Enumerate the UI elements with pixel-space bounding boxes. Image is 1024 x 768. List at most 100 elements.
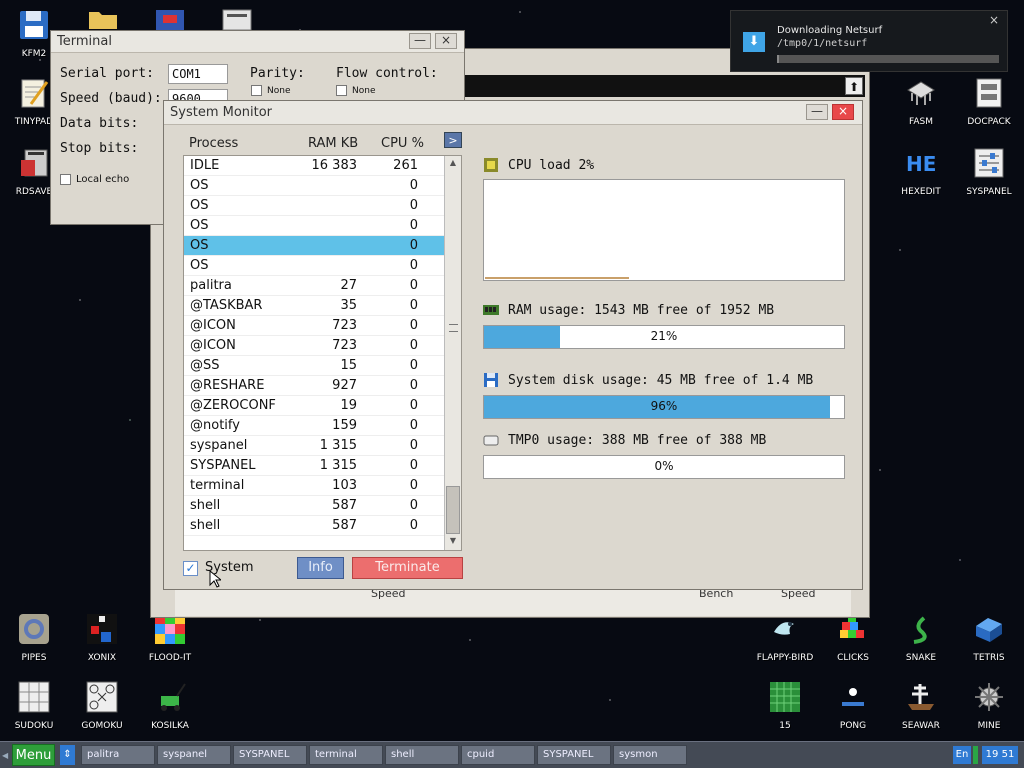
clock[interactable]: 19 51 (982, 746, 1018, 764)
process-ram: 927 (332, 378, 357, 393)
process-row[interactable]: shell 587 0 (184, 516, 445, 536)
ram-stick-icon (483, 305, 499, 315)
process-row[interactable]: @ICON 723 0 (184, 316, 445, 336)
process-row[interactable]: @SS 15 0 (184, 356, 445, 376)
process-row[interactable]: OS 0 (184, 196, 445, 216)
column-header-process[interactable]: Process (189, 136, 238, 151)
desktop-icon-flood-it[interactable]: FLOOD-IT (136, 612, 204, 663)
desktop-icon-label: DOCPACK (967, 117, 1011, 127)
process-row[interactable]: @TASKBAR 35 0 (184, 296, 445, 316)
taskbar-button[interactable]: terminal (309, 745, 383, 765)
cpu-load-label: CPU load 2% (508, 158, 595, 173)
drive-icon (483, 435, 499, 446)
process-row[interactable]: @ZEROCONF 19 0 (184, 396, 445, 416)
parity-none-checkbox[interactable] (251, 85, 262, 96)
scroll-thumb[interactable] (446, 486, 460, 534)
process-row[interactable]: SYSPANEL 1 315 0 (184, 456, 445, 476)
stop-bits-label: Stop bits: (60, 141, 139, 156)
process-ram: 587 (332, 498, 357, 513)
local-echo-checkbox[interactable] (60, 174, 71, 185)
taskbar-button[interactable]: SYSPANEL (537, 745, 611, 765)
download-notification[interactable]: ⬇ Downloading Netsurf /tmp0/1/netsurf × (730, 10, 1008, 72)
desktop-icon-fifteen[interactable]: 15 (751, 680, 819, 731)
close-icon[interactable]: × (989, 13, 999, 27)
scroll-down-icon[interactable]: ▼ (447, 536, 459, 548)
minimize-button[interactable]: — (806, 104, 828, 120)
desktop-icon-docpack[interactable]: DOCPACK (955, 76, 1023, 127)
expand-arrow-icon[interactable]: > (444, 132, 462, 148)
desktop-icon-label: SUDOKU (14, 721, 54, 731)
taskbar-button[interactable]: shell (385, 745, 459, 765)
desktop-icon-flappy-bird[interactable]: FLAPPY-BIRD (751, 612, 819, 663)
info-button[interactable]: Info (297, 557, 344, 579)
desktop-icon-xonix[interactable]: XONIX (68, 612, 136, 663)
system-monitor-window[interactable]: System Monitor — × Process RAM KB CPU % … (163, 100, 863, 590)
terminate-button[interactable]: Terminate (352, 557, 463, 579)
process-row[interactable]: syspanel 1 315 0 (184, 436, 445, 456)
process-row[interactable]: OS 0 (184, 176, 445, 196)
serial-port-field[interactable]: COM1 (168, 64, 228, 84)
desktop-icon-snake[interactable]: SNAKE (887, 612, 955, 663)
folder-icon[interactable] (88, 8, 118, 30)
process-row[interactable]: @ICON 723 0 (184, 336, 445, 356)
system-checkbox[interactable]: ✓ (183, 561, 198, 576)
close-button[interactable]: × (435, 33, 457, 49)
language-indicator[interactable]: En (953, 746, 971, 764)
process-name: palitra (190, 278, 232, 293)
flow-none-label: None (352, 86, 376, 96)
up-arrow-icon[interactable]: ⬆ (845, 77, 863, 95)
window-titlebar[interactable]: Terminal — × (51, 31, 464, 53)
taskbar-button[interactable]: SYSPANEL (233, 745, 307, 765)
desktop-icon-seawar[interactable]: SEAWAR (887, 680, 955, 731)
desktop-icon-mine[interactable]: MINE (955, 680, 1023, 731)
desktop-icon-kosilka[interactable]: KOSILKA (136, 680, 204, 731)
process-row[interactable]: OS 0 (184, 236, 445, 256)
taskbar-button[interactable]: palitra (81, 745, 155, 765)
desktop-icon-syspanel[interactable]: SYSPANEL (955, 146, 1023, 197)
process-row[interactable]: shell 587 0 (184, 496, 445, 516)
rdsave-icon (21, 149, 48, 177)
process-cpu: 0 (409, 518, 418, 533)
taskbar-left-arrow-icon[interactable]: ◀ (2, 751, 8, 760)
minimize-button[interactable]: — (409, 33, 431, 49)
close-button[interactable]: × (832, 104, 854, 120)
calculator-icon[interactable] (222, 8, 252, 30)
process-name: OS (190, 258, 209, 273)
desktop-icon-fasm[interactable]: FASM (887, 76, 955, 127)
scroll-up-icon[interactable]: ▲ (447, 158, 459, 170)
desktop-icon-hexedit[interactable]: HE HEXEDIT (887, 146, 955, 197)
desktop-icon-tetris[interactable]: TETRIS (955, 612, 1023, 663)
column-header-ram[interactable]: RAM KB (308, 136, 358, 151)
pipes-icon (19, 614, 49, 644)
menu-button[interactable]: Menu (12, 744, 55, 766)
process-name: @ICON (190, 318, 236, 333)
scrollbar[interactable]: ▲ ▼ (444, 156, 461, 550)
process-row[interactable]: @RESHARE 927 0 (184, 376, 445, 396)
window-title: System Monitor (170, 105, 273, 120)
taskbar-button[interactable]: cpuid (461, 745, 535, 765)
process-row[interactable]: @notify 159 0 (184, 416, 445, 436)
process-row[interactable]: OS 0 (184, 256, 445, 276)
taskbar-button[interactable]: syspanel (157, 745, 231, 765)
desktop-icon-pong[interactable]: PONG (819, 680, 887, 731)
process-row[interactable]: terminal 103 0 (184, 476, 445, 496)
desktop-icon-clicks[interactable]: CLICKS (819, 612, 887, 663)
taskbar-button[interactable]: sysmon (613, 745, 687, 765)
desktop-icon-label: GOMOKU (81, 721, 123, 731)
process-row[interactable]: OS 0 (184, 216, 445, 236)
flow-none-checkbox[interactable] (336, 85, 347, 96)
desktop-icon-sudoku[interactable]: SUDOKU (0, 680, 68, 731)
desktop-icon-pipes[interactable]: PIPES (0, 612, 68, 663)
window-switch-icon[interactable]: ⇕ (60, 745, 75, 765)
process-row[interactable]: palitra 27 0 (184, 276, 445, 296)
process-row[interactable]: IDLE 16 383 261 (184, 156, 445, 176)
process-cpu: 0 (409, 198, 418, 213)
process-name: shell (190, 498, 221, 513)
column-header-cpu[interactable]: CPU % (381, 136, 424, 151)
process-cpu: 0 (409, 438, 418, 453)
app-icon[interactable] (155, 8, 185, 30)
desktop-icon-gomoku[interactable]: GOMOKU (68, 680, 136, 731)
address-bar[interactable] (463, 75, 865, 97)
window-titlebar[interactable]: System Monitor — × (164, 101, 862, 125)
process-list[interactable]: IDLE 16 383 261 OS 0 OS 0 OS 0 OS 0 OS 0 palitra 27 0 @T… (183, 155, 462, 551)
